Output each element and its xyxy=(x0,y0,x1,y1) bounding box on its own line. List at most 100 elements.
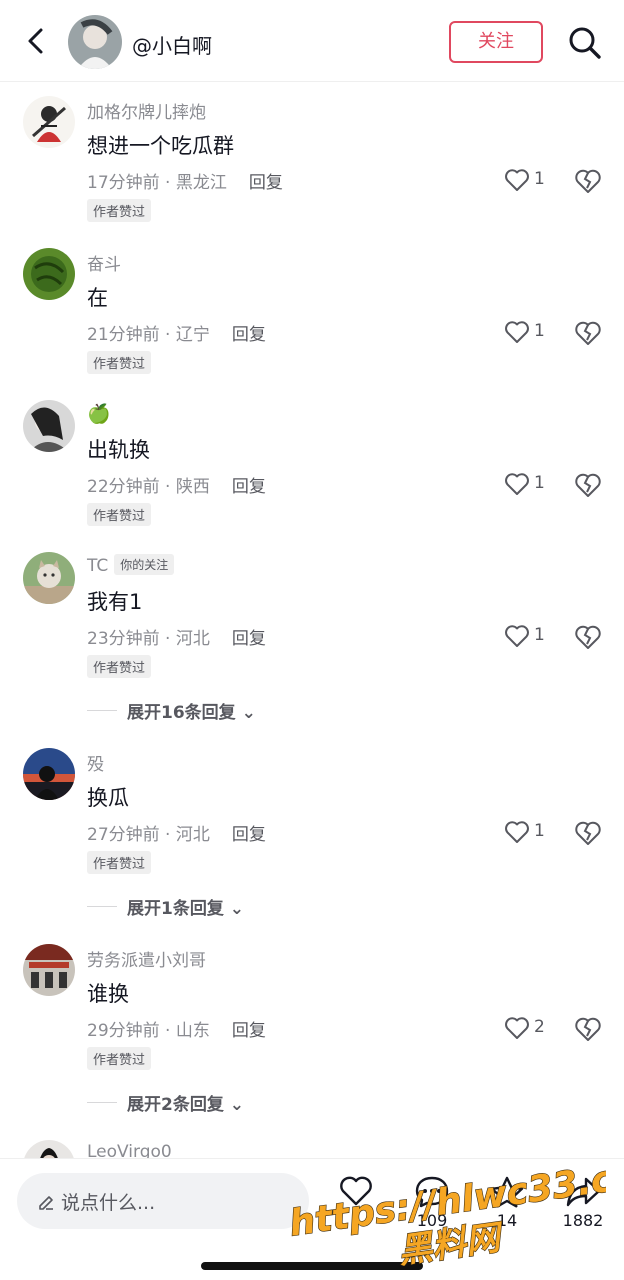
like-count: 1 xyxy=(534,625,545,645)
commenter-avatar[interactable] xyxy=(23,96,75,148)
back-arrow-icon[interactable] xyxy=(22,26,52,56)
favorite-button[interactable]: 14 xyxy=(477,1173,537,1243)
heart-icon xyxy=(505,321,529,343)
share-button[interactable]: 1882 xyxy=(553,1173,613,1243)
comment-meta: 21分钟前 · 辽宁 回复 xyxy=(87,320,266,345)
comment-text: 我有1 xyxy=(87,590,143,614)
commenter-avatar[interactable] xyxy=(23,400,75,452)
comment-list[interactable]: 加格尔牌儿摔炮 想进一个吃瓜群 17分钟前 · 黑龙江 回复 作者赞过 1 奋斗 … xyxy=(0,82,624,1158)
author-name[interactable]: @小白啊 xyxy=(132,30,212,59)
following-tag: 你的关注 xyxy=(114,554,175,575)
like-button[interactable]: 1 xyxy=(504,318,564,348)
like-button[interactable]: 1 xyxy=(504,166,564,196)
heart-icon xyxy=(505,473,529,495)
author-liked-badge: 作者赞过 xyxy=(87,199,152,222)
dislike-broken-heart-icon[interactable] xyxy=(574,624,602,650)
commenter-avatar[interactable] xyxy=(23,248,75,300)
commenter-avatar[interactable] xyxy=(23,944,75,996)
author-liked-badge: 作者赞过 xyxy=(87,655,152,678)
heart-icon xyxy=(505,169,529,191)
reply-button[interactable]: 回复 xyxy=(232,325,266,345)
comment-meta: 27分钟前 · 河北 回复 xyxy=(87,820,266,845)
like-button[interactable]: 2 xyxy=(504,1014,564,1044)
like-count: 1 xyxy=(534,321,545,341)
comment-count-button[interactable]: 109 xyxy=(402,1173,462,1243)
comment-time-location: 27分钟前 · 河北 xyxy=(87,825,210,845)
reply-button[interactable]: 回复 xyxy=(232,477,266,497)
chevron-down-icon: ⌄ xyxy=(229,899,245,919)
author-liked-badge: 作者赞过 xyxy=(87,1047,152,1070)
search-icon[interactable] xyxy=(568,26,602,60)
commenter-name[interactable]: LeoVirgo0 xyxy=(87,1142,172,1158)
home-indicator[interactable] xyxy=(201,1262,423,1270)
green-apple-icon: 🍏 xyxy=(87,403,111,425)
comment-meta: 23分钟前 · 河北 回复 xyxy=(87,624,266,649)
comment-time-location: 22分钟前 · 陕西 xyxy=(87,477,210,497)
follow-button[interactable]: 关注 xyxy=(449,21,543,63)
comment-meta: 17分钟前 · 黑龙江 回复 xyxy=(87,168,283,193)
commenter-avatar[interactable] xyxy=(23,552,75,604)
comment-text: 想进一个吃瓜群 xyxy=(87,134,234,158)
author-liked-badge: 作者赞过 xyxy=(87,351,152,374)
like-video-button[interactable] xyxy=(326,1173,386,1243)
comment-text: 在 xyxy=(87,286,108,310)
like-count: 1 xyxy=(534,473,545,493)
commenter-avatar[interactable] xyxy=(23,748,75,800)
reply-button[interactable]: 回复 xyxy=(232,825,266,845)
like-count: 1 xyxy=(534,169,545,189)
author-avatar[interactable] xyxy=(68,15,122,69)
expand-replies-button[interactable]: 展开2条回复 ⌄ xyxy=(87,1090,287,1116)
like-button[interactable]: 1 xyxy=(504,470,564,500)
reply-button[interactable]: 回复 xyxy=(232,629,266,649)
comment-bubble-icon xyxy=(415,1176,449,1208)
comment-meta: 22分钟前 · 陕西 回复 xyxy=(87,472,266,497)
like-button[interactable]: 1 xyxy=(504,622,564,652)
author-liked-badge: 作者赞过 xyxy=(87,503,152,526)
heart-icon xyxy=(340,1176,372,1206)
dislike-broken-heart-icon[interactable] xyxy=(574,472,602,498)
like-count: 2 xyxy=(534,1017,545,1037)
top-bar: @小白啊 关注 xyxy=(0,0,624,82)
comment-text: 谁换 xyxy=(87,982,129,1006)
author-liked-badge: 作者赞过 xyxy=(87,851,152,874)
dislike-broken-heart-icon[interactable] xyxy=(574,168,602,194)
expand-replies-label: 展开1条回复 ⌄ xyxy=(127,899,245,919)
commenter-name[interactable]: 奋斗 xyxy=(87,250,121,275)
commenter-avatar[interactable] xyxy=(23,1140,75,1158)
share-count: 1882 xyxy=(562,1211,604,1230)
like-count: 1 xyxy=(534,821,545,841)
dislike-broken-heart-icon[interactable] xyxy=(574,820,602,846)
chevron-down-icon: ⌄ xyxy=(241,703,256,723)
divider xyxy=(87,710,117,711)
dislike-broken-heart-icon[interactable] xyxy=(574,1016,602,1042)
comment-text: 换瓜 xyxy=(87,786,129,810)
commenter-name[interactable]: 殁 xyxy=(87,750,104,775)
dislike-broken-heart-icon[interactable] xyxy=(574,320,602,346)
favorite-count: 14 xyxy=(496,1211,518,1230)
heart-icon xyxy=(505,1017,529,1039)
commenter-name[interactable]: 🍏 xyxy=(87,402,111,425)
commenter-name[interactable]: TC 你的关注 xyxy=(87,554,175,576)
comment-time-location: 23分钟前 · 河北 xyxy=(87,629,210,649)
expand-replies-button[interactable]: 展开1条回复 ⌄ xyxy=(87,894,287,920)
chevron-down-icon: ⌄ xyxy=(229,1095,245,1115)
reply-button[interactable]: 回复 xyxy=(249,173,283,193)
divider xyxy=(87,906,117,907)
heart-icon xyxy=(505,625,529,647)
commenter-name[interactable]: 劳务派遣小刘哥 xyxy=(87,946,206,971)
comment-time-location: 21分钟前 · 辽宁 xyxy=(87,325,210,345)
divider xyxy=(87,1102,117,1103)
comment-meta: 29分钟前 · 山东 回复 xyxy=(87,1016,266,1041)
like-button[interactable]: 1 xyxy=(504,818,564,848)
expand-replies-button[interactable]: 展开16条回复 ⌄ xyxy=(87,698,287,724)
heart-icon xyxy=(505,821,529,843)
star-icon xyxy=(490,1176,524,1208)
reply-button[interactable]: 回复 xyxy=(232,1021,266,1041)
commenter-name[interactable]: 加格尔牌儿摔炮 xyxy=(87,98,206,123)
comment-count: 109 xyxy=(416,1211,448,1230)
comment-input-placeholder: 说点什么... xyxy=(61,1192,156,1214)
comment-time-location: 17分钟前 · 黑龙江 xyxy=(87,173,227,193)
comment-input[interactable]: 说点什么... xyxy=(17,1173,309,1229)
bottom-action-bar: 说点什么... 109 14 1882 xyxy=(0,1158,624,1280)
expand-replies-label: 展开16条回复 ⌄ xyxy=(127,703,256,723)
